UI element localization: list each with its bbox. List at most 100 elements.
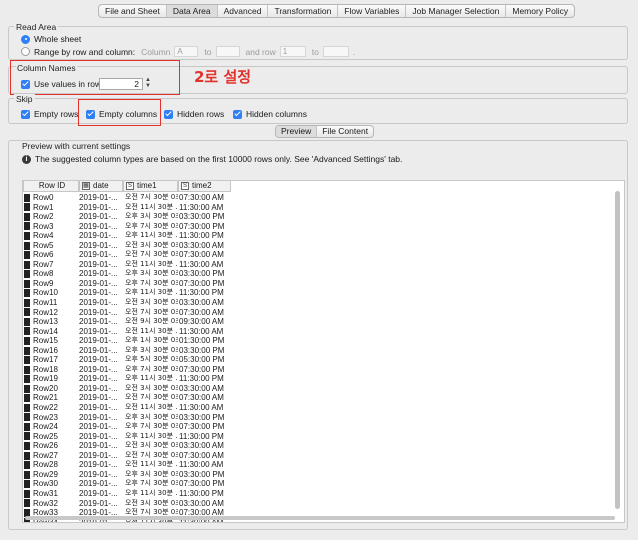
table-row[interactable]: Row23 2019-01-... 오후 3시 30분 0초 03:30:00 PM [23, 413, 603, 423]
cell-time2: 07:30:00 AM [179, 307, 224, 317]
table-row[interactable]: Row1 2019-01-... 오전 11시 30분 ... 11:30:00 AM [23, 203, 603, 213]
table-row[interactable]: Row3 2019-01-... 오후 7시 30분 0초 07:30:00 PM [23, 222, 603, 232]
row-to-field[interactable] [322, 46, 349, 57]
tab-memory-policy[interactable]: Memory Policy [506, 5, 574, 17]
header-label: Row ID [38, 181, 66, 190]
checkbox-checked-icon [21, 109, 30, 119]
cell-time1: 오전 11시 30분 ... [125, 202, 178, 211]
table-row[interactable]: Row18 2019-01-... 오후 7시 30분 0초 07:30:00 PM [23, 365, 603, 375]
cell-date: 2019-01-... [79, 374, 118, 384]
table-row[interactable]: Row11 2019-01-... 오전 3시 30분 0초 03:30:00 AM [23, 298, 603, 308]
cell-time2: 03:30:00 PM [179, 469, 225, 479]
cell-row-id: Row15 [23, 336, 79, 346]
cell-row-id: Row6 [23, 250, 79, 260]
table-row[interactable]: Row16 2019-01-... 오후 3시 30분 0초 03:30:00 PM [23, 346, 603, 356]
cell-time1: 오전 3시 30분 0초 [125, 498, 178, 507]
table-row[interactable]: Row17 2019-01-... 오후 5시 30분 0초 05:30:00 PM [23, 355, 603, 365]
table-row[interactable]: Row22 2019-01-... 오전 11시 30분 ... 11:30:00 A… [23, 403, 603, 413]
table-row[interactable]: Row15 2019-01-... 오후 1시 30분 0초 01:30:00 PM [23, 336, 603, 346]
cell-row-id: Row22 [23, 403, 79, 413]
cell-date: 2019-01-... [79, 231, 118, 241]
cell-date: 2019-01-... [79, 345, 118, 355]
table-row[interactable]: Row28 2019-01-... 오전 11시 30분 ... 11:30:00 A… [23, 460, 603, 470]
skip-hidden-columns-checkbox[interactable]: Hidden columns [233, 109, 307, 119]
tab-transformation[interactable]: Transformation [268, 5, 339, 17]
table-row[interactable]: Row26 2019-01-... 오전 3시 30분 0초 03:30:00 AM [23, 441, 603, 451]
table-row[interactable]: Row0 2019-01-... 오전 7시 30분 0초 07:30:00 AM [23, 193, 603, 203]
row-marker-icon [24, 241, 30, 250]
whole-sheet-radio[interactable]: Whole sheet [21, 34, 81, 44]
table-row[interactable]: Row8 2019-01-... 오후 3시 30분 0초 03:30:00 PM [23, 269, 603, 279]
row-id-text: Row18 [33, 364, 58, 374]
tab-preview[interactable]: Preview [276, 126, 318, 137]
cell-date: 2019-01-... [79, 383, 118, 393]
table-row[interactable]: Row6 2019-01-... 오전 7시 30분 0초 07:30:00 AM [23, 250, 603, 260]
tab-file-content[interactable]: File Content [317, 126, 373, 137]
skip-hidden-rows-checkbox[interactable]: Hidden rows [164, 109, 224, 119]
cell-row-id: Row10 [23, 288, 79, 298]
table-row[interactable]: Row4 2019-01-... 오후 11시 30분 ... 11:30:00 PM [23, 231, 603, 241]
skip-empty-rows-checkbox[interactable]: Empty rows [21, 109, 78, 119]
table-row[interactable]: Row19 2019-01-... 오후 11시 30분 ... 11:30:00 P… [23, 374, 603, 384]
column-to-field[interactable] [215, 46, 240, 57]
tab-flow-variables[interactable]: Flow Variables [338, 5, 407, 17]
cell-row-id: Row18 [23, 365, 79, 375]
table-row[interactable]: Row24 2019-01-... 오후 7시 30분 0초 07:30:00 PM [23, 422, 603, 432]
vertical-scrollbar[interactable] [615, 191, 620, 509]
table-row[interactable]: Row2 2019-01-... 오후 3시 30분 0초 03:30:00 PM [23, 212, 603, 222]
preview-info-text: The suggested column types are based on … [35, 154, 403, 164]
row-from-field[interactable]: 1 [279, 46, 306, 57]
header-time1[interactable]: Stime1 [123, 181, 178, 192]
tab-advanced[interactable]: Advanced [218, 5, 269, 17]
cell-time2: 09:30:00 AM [179, 317, 224, 327]
whole-sheet-label: Whole sheet [34, 34, 82, 44]
table-row[interactable]: Row20 2019-01-... 오전 3시 30분 0초 03:30:00 AM [23, 384, 603, 394]
cell-date: 2019-01-... [79, 355, 118, 365]
header-label: date [93, 181, 109, 190]
column-from-field[interactable]: A [174, 46, 199, 57]
tab-job-manager-selection[interactable]: Job Manager Selection [406, 5, 507, 17]
cell-time1: 오전 3시 30분 0초 [125, 240, 178, 249]
horizontal-scrollbar[interactable] [25, 516, 615, 520]
row-marker-icon [24, 499, 30, 508]
read-area-legend: Read Area [14, 22, 59, 32]
cell-date: 2019-01-... [79, 307, 118, 317]
table-row[interactable]: Row10 2019-01-... 오후 11시 30분 ... 11:30:00 P… [23, 288, 603, 298]
preview-table[interactable]: Row ID ▦ date Stime1 Stime2 Row0 2019-01-... 오… [22, 180, 625, 523]
table-row[interactable]: Row31 2019-01-... 오후 11시 30분 ... 11:30:00 P… [23, 489, 603, 499]
table-row[interactable]: Row12 2019-01-... 오전 7시 30분 0초 07:30:00 AM [23, 308, 603, 318]
cell-time1: 오전 7시 30분 0초 [125, 393, 178, 402]
row-id-text: Row20 [33, 383, 58, 393]
cell-time1: 오후 3시 30분 0초 [125, 345, 178, 354]
cell-time2: 11:30:00 PM [179, 288, 224, 298]
table-row[interactable]: Row13 2019-01-... 오전 9시 30분 0초 09:30:00 AM [23, 317, 603, 327]
table-row[interactable]: Row7 2019-01-... 오전 11시 30분 ... 11:30:00 AM [23, 260, 603, 270]
header-time2[interactable]: Stime2 [178, 181, 231, 192]
table-row[interactable]: Row25 2019-01-... 오후 11시 30분 ... 11:30:00 P… [23, 432, 603, 442]
table-row[interactable]: Row5 2019-01-... 오전 3시 30분 0초 03:30:00 AM [23, 241, 603, 251]
table-row[interactable]: Row32 2019-01-... 오전 3시 30분 0초 03:30:00 AM [23, 499, 603, 509]
cell-row-id: Row0 [23, 193, 79, 203]
row-marker-icon [24, 203, 30, 212]
tab-data-area[interactable]: Data Area [166, 5, 218, 17]
cell-time2: 11:30:00 AM [179, 259, 224, 269]
highlight-column-names [10, 60, 180, 95]
cell-row-id: Row23 [23, 413, 79, 423]
cell-row-id: Row8 [23, 269, 79, 279]
table-row[interactable]: Row27 2019-01-... 오전 7시 30분 0초 07:30:00 AM [23, 451, 603, 461]
table-row[interactable]: Row30 2019-01-... 오후 7시 30분 0초 07:30:00 PM [23, 479, 603, 489]
header-row-id[interactable]: Row ID [23, 181, 79, 192]
table-row[interactable]: Row29 2019-01-... 오후 3시 30분 0초 03:30:00 PM [23, 470, 603, 480]
table-row[interactable]: Row9 2019-01-... 오후 7시 30분 0초 07:30:00 PM [23, 279, 603, 289]
cell-row-id: Row24 [23, 422, 79, 432]
cell-time1: 오전 11시 30분 ... [125, 326, 178, 335]
header-date[interactable]: ▦ date [79, 181, 123, 192]
cell-time2: 07:30:00 AM [179, 250, 224, 260]
range-radio[interactable]: Range by row and column: Column A to and… [21, 46, 355, 57]
table-row[interactable]: Row14 2019-01-... 오전 11시 30분 ... 11:30:00 A… [23, 327, 603, 337]
row-id-text: Row13 [33, 317, 58, 327]
cell-date: 2019-01-... [79, 431, 118, 441]
tab-file-and-sheet[interactable]: File and Sheet [99, 5, 167, 17]
row-marker-icon [24, 451, 30, 460]
table-row[interactable]: Row21 2019-01-... 오전 7시 30분 0초 07:30:00 AM [23, 393, 603, 403]
